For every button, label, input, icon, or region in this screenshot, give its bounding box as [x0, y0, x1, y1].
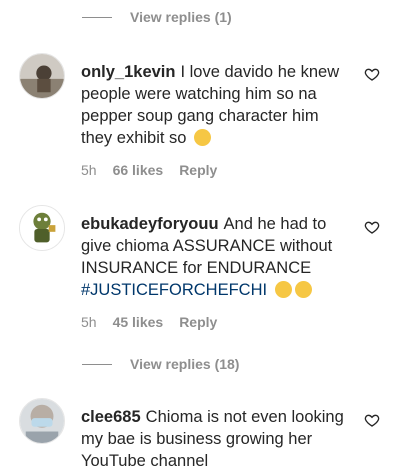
avatar-image — [20, 399, 64, 443]
disappointed-emoji — [294, 281, 312, 298]
comment-text: only_1kevin I love davido he knew people … — [81, 61, 347, 149]
view-replies-label: View replies (1) — [130, 9, 232, 25]
comment-likes[interactable]: 66 likes — [113, 162, 164, 178]
comment-likes[interactable]: 45 likes — [113, 314, 164, 330]
avatar-image — [20, 206, 64, 250]
grinning-sweat-emoji — [194, 129, 212, 146]
avatar[interactable] — [19, 53, 65, 99]
comment-meta: 5h 66 likes Reply — [81, 162, 217, 178]
reply-button[interactable]: Reply — [179, 314, 217, 330]
avatar-image — [20, 54, 64, 98]
comment-time[interactable]: 5h — [81, 162, 97, 178]
view-replies-button[interactable]: View replies (1) — [82, 9, 232, 25]
heart-icon[interactable] — [364, 412, 380, 428]
hashtag-link[interactable]: #JUSTICEFORCHEFCHI — [81, 281, 267, 299]
comment-username[interactable]: only_1kevin — [81, 63, 175, 81]
comment-username[interactable]: clee685 — [81, 408, 141, 426]
divider-line — [82, 363, 112, 365]
view-replies-label: View replies (18) — [130, 356, 240, 372]
comment-text: clee685 Chioma is not even looking my bae… — [81, 406, 347, 472]
comment-username[interactable]: ebukadeyforyouu — [81, 215, 219, 233]
avatar[interactable] — [19, 398, 65, 444]
divider-line — [82, 16, 112, 18]
avatar[interactable] — [19, 205, 65, 251]
comment-time[interactable]: 5h — [81, 314, 97, 330]
heart-icon[interactable] — [364, 219, 380, 235]
comment-meta: 5h 45 likes Reply — [81, 314, 217, 330]
comment-text: ebukadeyforyouu And he had to give chioma… — [81, 213, 347, 301]
reply-button[interactable]: Reply — [179, 162, 217, 178]
grinning-sweat-emoji — [274, 281, 292, 298]
heart-icon[interactable] — [364, 66, 380, 82]
view-replies-button[interactable]: View replies (18) — [82, 356, 239, 372]
